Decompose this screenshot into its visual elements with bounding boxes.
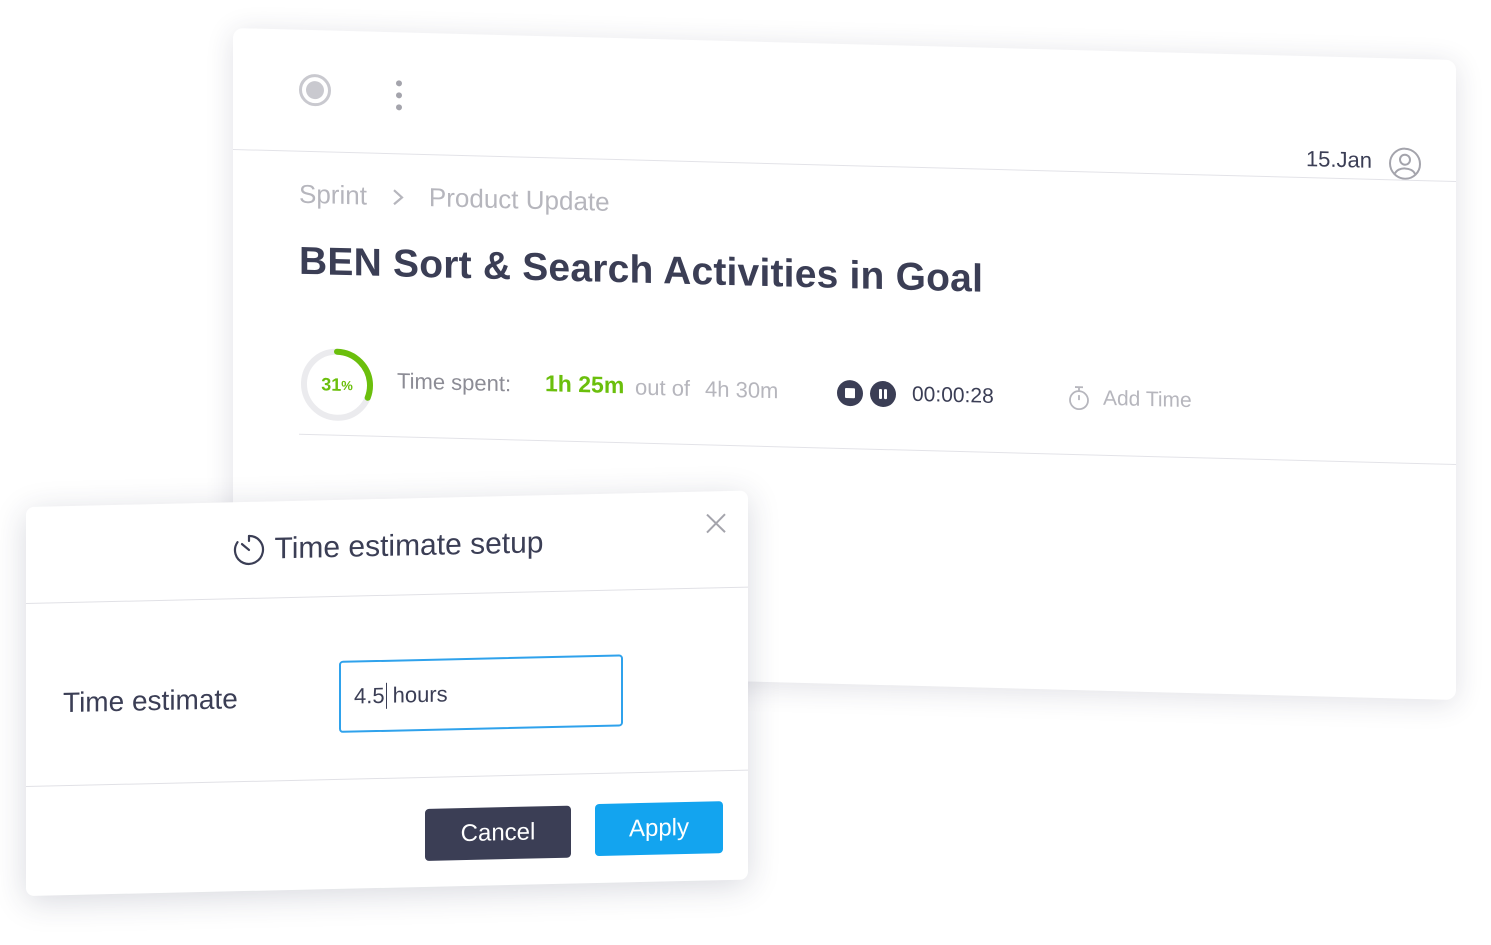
page-title: BEN Sort & Search Activities in Goal [299, 239, 984, 301]
modal-footer-divider [26, 769, 748, 787]
time-tracking-row: 31% Time spent: 1h 25m out of 4h 30m 00:… [299, 342, 1299, 448]
cancel-button[interactable]: Cancel [425, 805, 571, 861]
kebab-menu-icon[interactable] [393, 80, 405, 111]
time-estimate-unit: hours [392, 681, 448, 708]
timer-readout: 00:00:28 [912, 382, 994, 408]
out-of-label: out of [635, 374, 691, 401]
chevron-right-icon [393, 188, 404, 205]
header-divider [233, 149, 1456, 183]
breadcrumb: Sprint Product Update [299, 179, 610, 218]
add-time-label: Add Time [1103, 386, 1192, 413]
time-estimate-label: Time estimate [63, 683, 238, 719]
modal-title: Time estimate setup [274, 526, 544, 566]
breadcrumb-item-product-update[interactable]: Product Update [429, 182, 610, 218]
time-estimate-input[interactable]: 4.5 hours [339, 654, 623, 733]
apply-button[interactable]: Apply [595, 801, 723, 857]
estimate-value[interactable]: 4h 30m [705, 376, 778, 404]
text-caret [385, 682, 387, 709]
time-spent-value: 1h 25m [545, 370, 625, 399]
breadcrumb-item-sprint[interactable]: Sprint [299, 179, 367, 212]
add-time-button[interactable]: Add Time [1067, 384, 1192, 415]
timer-icon [233, 534, 264, 566]
progress-unit: % [341, 377, 353, 393]
progress-value: 31 [321, 373, 342, 395]
stop-icon[interactable] [837, 379, 863, 407]
time-spent-label: Time spent: [397, 368, 512, 397]
modal-header: Time estimate setup [26, 491, 748, 603]
progress-percent: 31% [299, 346, 375, 424]
status-circle-icon[interactable] [299, 73, 331, 107]
stopwatch-icon [1069, 386, 1089, 411]
user-icon[interactable] [1388, 146, 1422, 181]
time-estimate-value: 4.5 [354, 682, 385, 709]
due-date: 15.Jan [1305, 146, 1372, 173]
time-estimate-modal: Time estimate setup Time estimate 4.5 ho… [26, 490, 748, 896]
close-icon[interactable] [704, 511, 728, 536]
pause-icon[interactable] [870, 380, 896, 408]
